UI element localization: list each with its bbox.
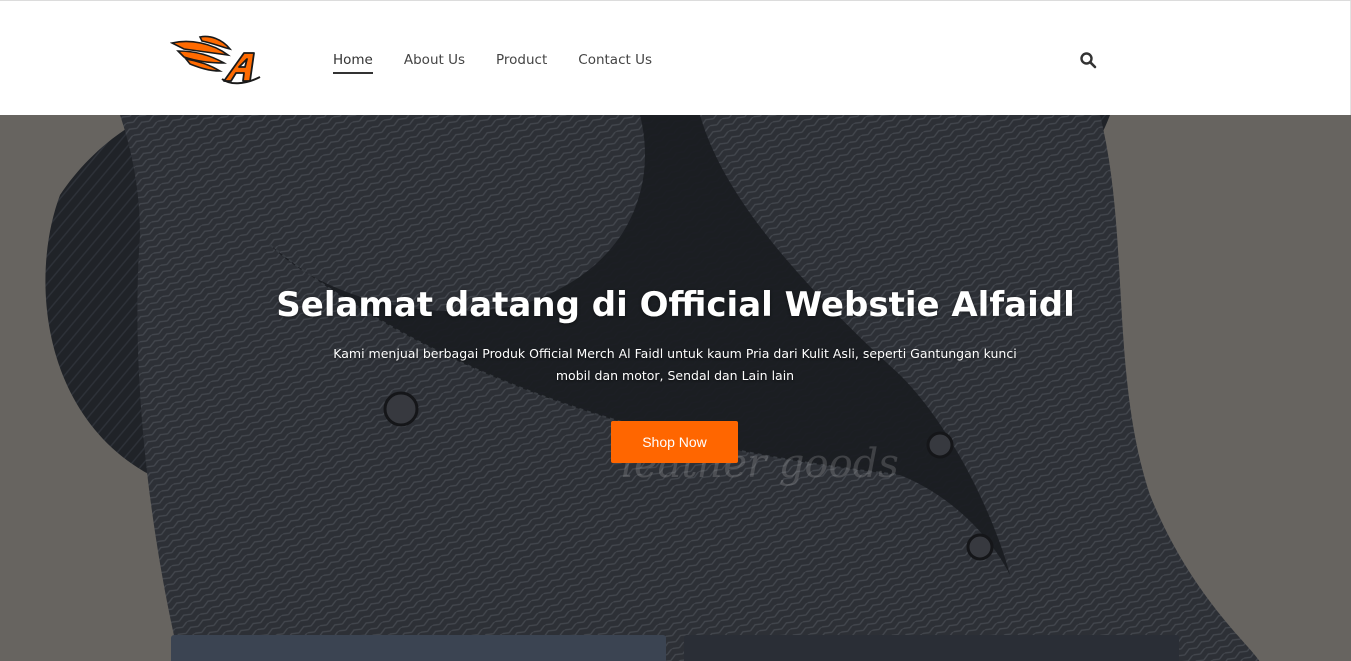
hero-background-image: leather goods <box>0 115 1351 661</box>
hero-banner: leather goods Selamat datang di Official… <box>0 115 1351 661</box>
page: Home About Us Product Contact Us leather… <box>0 0 1351 661</box>
shop-now-button[interactable]: Shop Now <box>611 421 738 463</box>
nav-item-product[interactable]: Product <box>496 52 547 74</box>
nav-item-home[interactable]: Home <box>333 52 373 74</box>
nav-item-about-us[interactable]: About Us <box>404 52 465 74</box>
nav-item-contact-us[interactable]: Contact Us <box>578 52 652 74</box>
search-icon[interactable] <box>1079 51 1097 69</box>
main-nav: Home About Us Product Contact Us <box>333 52 683 74</box>
product-card-preview-2[interactable] <box>684 635 1179 661</box>
site-header: Home About Us Product Contact Us <box>0 1 1351 115</box>
hero-subtitle: Kami menjual berbagai Produk Official Me… <box>333 346 1017 383</box>
product-card-preview-1[interactable] <box>171 635 666 661</box>
brand-logo[interactable] <box>170 33 266 87</box>
hero-title: Selamat datang di Official Webstie Alfai… <box>276 285 1075 325</box>
